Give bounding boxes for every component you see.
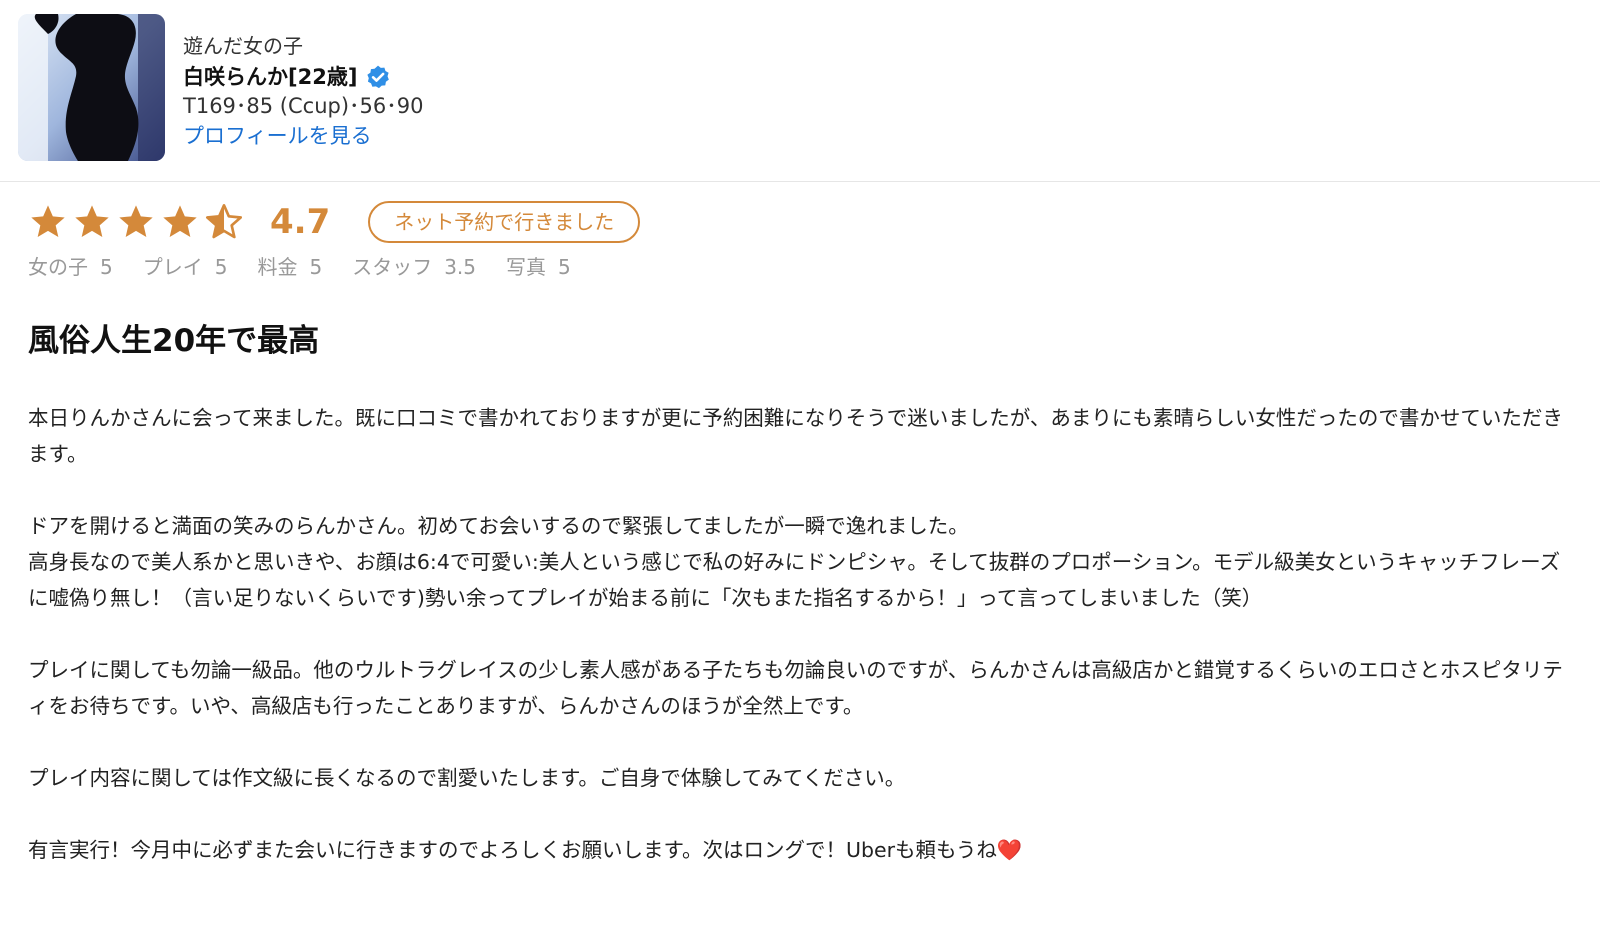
review-paragraph: プレイ内容に関しては作文級に長くなるので割愛いたします。ご自身で体験してみてくだ… xyxy=(28,766,906,790)
verified-badge-icon xyxy=(367,65,390,89)
review-paragraph: プレイに関しても勿論一級品。他のウルトラグレイスの少し素人感がある子たちも勿論良… xyxy=(28,658,1563,718)
sub-rating-play: プレイ 5 xyxy=(143,252,228,282)
profile-label: 遊んだ女の子 xyxy=(183,34,303,58)
star-full-icon xyxy=(75,205,109,237)
review-page: 遊んだ女の子 白咲らんか[22歳] T169･85 (Ccup)･56･90 プ… xyxy=(0,0,1600,928)
star-rating xyxy=(28,202,248,242)
heart-emoji-icon: ❤️ xyxy=(996,838,1023,862)
star-full-icon xyxy=(163,205,197,237)
sub-rating-label: スタッフ xyxy=(352,255,433,279)
star-half-icon xyxy=(206,204,243,239)
rating-score: 4.7 xyxy=(270,202,331,242)
star-full-icon xyxy=(119,205,153,237)
sub-rating-label: 写真 xyxy=(506,255,547,279)
section-divider xyxy=(0,181,1600,182)
sub-rating-value: 3.5 xyxy=(444,255,477,279)
sub-rating-label: 女の子 xyxy=(28,255,88,279)
sub-rating-value: 5 xyxy=(309,255,323,279)
name-row: 白咲らんか[22歳] xyxy=(183,62,424,92)
girl-photo[interactable] xyxy=(18,14,165,161)
sub-rating-value: 5 xyxy=(214,255,228,279)
girl-name[interactable]: 白咲らんか[22歳] xyxy=(183,63,357,91)
sub-rating-label: プレイ xyxy=(142,255,203,279)
sub-rating-staff: スタッフ 3.5 xyxy=(352,252,476,282)
review-paragraph: 高身長なので美人系かと思いきや、お顔は6:4で可愛い:美人という感じで私の好みに… xyxy=(28,550,1561,610)
measurements: T169･85 (Ccup)･56･90 xyxy=(183,94,424,118)
sub-rating-label: 料金 xyxy=(257,255,298,279)
review-paragraph-group: ドアを開けると満面の笑みのらんかさん。初めてお会いするので緊張してましたが一瞬で… xyxy=(28,508,1568,616)
sub-rating-value: 5 xyxy=(558,255,571,279)
sub-rating-girl: 女の子 5 xyxy=(28,252,113,282)
view-profile-link[interactable]: プロフィールを見る xyxy=(183,122,424,150)
sub-rating-price: 料金 5 xyxy=(257,252,322,282)
star-full-icon xyxy=(31,205,65,237)
review-paragraph-last: 有言実行！今月中に必ずまた会いに行きますのでよろしくお願いします。次はロングで！… xyxy=(28,832,1568,868)
profile-header: 遊んだ女の子 白咲らんか[22歳] T169･85 (Ccup)･56･90 プ… xyxy=(18,14,1582,164)
rating-row: 4.7 ネット予約で行きました xyxy=(28,198,641,246)
sub-rating-value: 5 xyxy=(100,255,113,279)
review-paragraph: ドアを開けると満面の笑みのらんかさん。初めてお会いするので緊張してましたが一瞬で… xyxy=(28,514,969,538)
review-body: 本日りんかさんに会って来ました。既に口コミで書かれておりますが更に予約困難になり… xyxy=(28,400,1568,868)
review-paragraph: 本日りんかさんに会って来ました。既に口コミで書かれておりますが更に予約困難になり… xyxy=(28,406,1563,466)
girl-photo-image xyxy=(18,14,165,161)
review-title: 風俗人生20年で最高 xyxy=(28,323,320,359)
profile-info: 遊んだ女の子 白咲らんか[22歳] T169･85 (Ccup)･56･90 プ… xyxy=(183,14,424,150)
sub-rating-photo: 写真 5 xyxy=(506,252,571,282)
sub-ratings: 女の子 5 プレイ 5 料金 5 スタッフ 3.5 写真 5 xyxy=(28,252,601,282)
review-paragraph: 有言実行！今月中に必ずまた会いに行きますのでよろしくお願いします。次はロングで！… xyxy=(28,838,997,862)
booking-method-badge: ネット予約で行きました xyxy=(368,201,641,243)
